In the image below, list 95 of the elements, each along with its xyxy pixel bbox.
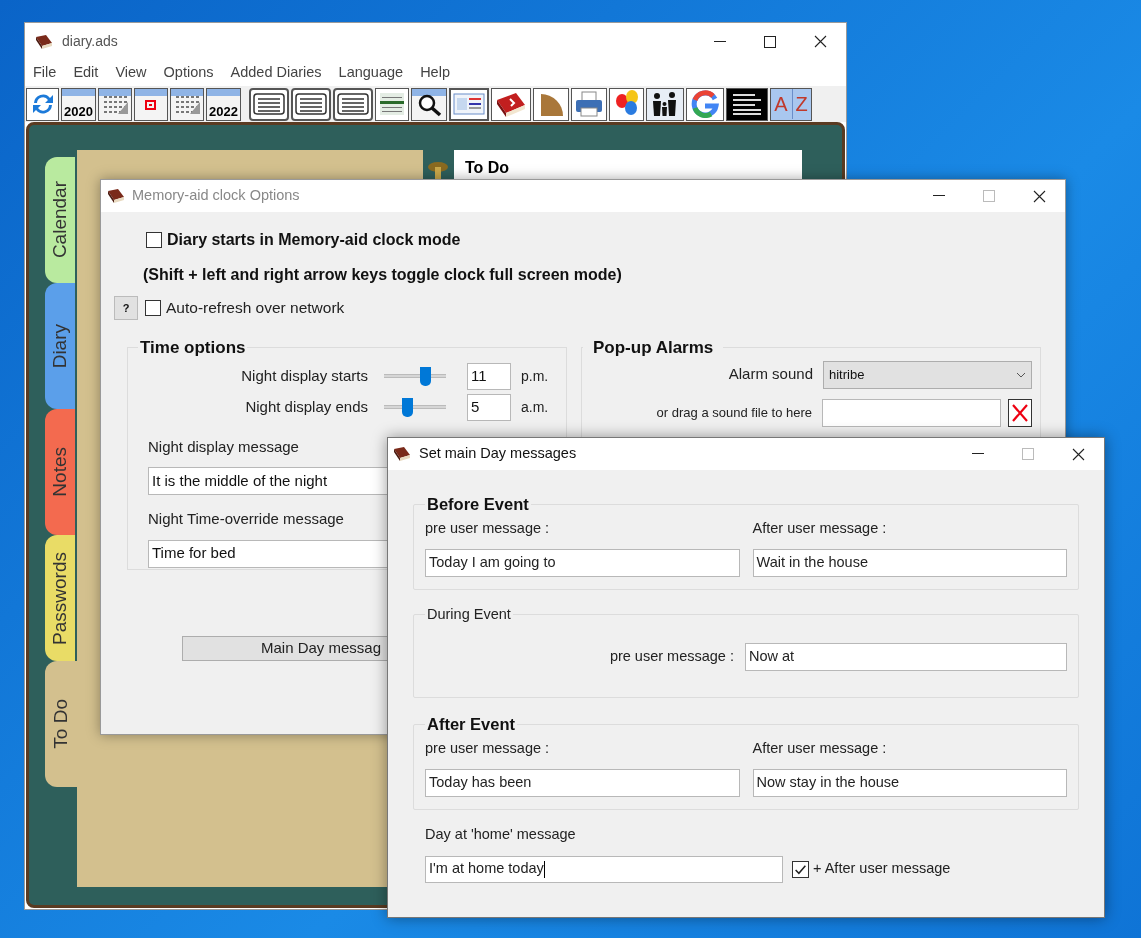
book-icon <box>34 33 54 50</box>
side-tab[interactable]: Diary <box>45 283 75 409</box>
input-field[interactable]: Now at <box>745 643 1067 672</box>
list-view-button[interactable] <box>249 87 289 121</box>
menu-item[interactable]: Language <box>338 62 404 84</box>
list-icon <box>295 93 327 115</box>
spreadsheet-icon <box>378 91 406 117</box>
window-title: Set main Day messages <box>419 444 577 464</box>
window-title: diary.ads <box>62 32 118 51</box>
checkbox[interactable] <box>792 860 809 878</box>
field-label: Night display starts <box>240 365 368 386</box>
close-icon[interactable] <box>814 35 827 48</box>
refresh-button[interactable] <box>26 87 59 121</box>
field-label: pre user message : <box>425 518 551 538</box>
printer-icon <box>574 90 604 118</box>
calendar-icon <box>174 94 200 114</box>
field-label: Night display message <box>148 436 299 457</box>
book-icon <box>392 446 412 462</box>
field-label: Night display ends <box>244 396 368 417</box>
checkbox[interactable] <box>145 300 161 316</box>
panel-icon <box>453 93 485 115</box>
group-title: During Event <box>426 604 512 624</box>
menu-item[interactable]: Edit <box>73 62 99 84</box>
field-label: or drag a sound file to here <box>656 403 812 422</box>
checkbox-label: + After user message <box>813 859 951 879</box>
calendar-button[interactable] <box>98 87 132 121</box>
side-tab[interactable]: To Do <box>45 661 77 787</box>
book-icon <box>494 90 528 118</box>
calendar-button[interactable] <box>134 87 168 121</box>
chevron-down-icon <box>1016 371 1026 378</box>
year-button[interactable]: 2020 <box>61 87 96 121</box>
list-view-button[interactable] <box>291 87 331 121</box>
checkbox-label: Auto-refresh over network <box>166 298 345 319</box>
input-field[interactable]: Today I am going to <box>425 548 740 577</box>
menu-item[interactable]: Options <box>163 62 214 84</box>
unit-label: a.m. <box>521 397 549 417</box>
calendar-icon <box>102 94 128 114</box>
clear-button[interactable] <box>1008 398 1032 427</box>
menu-item[interactable]: Help <box>420 62 450 84</box>
input-field[interactable]: I'm at home today <box>425 855 783 883</box>
panel-button[interactable] <box>449 87 489 121</box>
list-icon <box>337 93 369 115</box>
field-label: After user message : <box>752 518 888 538</box>
input-field[interactable]: Today has been <box>425 768 740 797</box>
search-button[interactable] <box>411 87 447 121</box>
address-book-button[interactable] <box>491 87 531 121</box>
side-tab[interactable]: Calendar <box>45 157 75 283</box>
balloons-button[interactable] <box>609 87 644 121</box>
field-label: pre user message : <box>609 647 734 667</box>
field-label: After user message : <box>752 739 888 758</box>
close-icon[interactable] <box>1072 447 1085 461</box>
group-title: Before Event <box>426 494 530 515</box>
checkbox[interactable] <box>146 232 162 248</box>
group-title: Pop-up Alarms <box>592 337 715 359</box>
book-icon <box>106 188 126 204</box>
input-field[interactable]: Wait in the house <box>752 548 1067 577</box>
group-title: After Event <box>426 714 517 736</box>
help-button[interactable]: ? <box>114 296 138 320</box>
input-field[interactable] <box>822 398 1001 427</box>
input-field[interactable]: 11 <box>467 362 511 390</box>
side-tab[interactable]: Passwords <box>45 535 75 661</box>
web-search-button[interactable] <box>686 87 724 121</box>
slider-thumb[interactable] <box>419 367 431 386</box>
menu-item[interactable]: File <box>33 62 57 84</box>
side-tab[interactable]: Notes <box>45 409 75 535</box>
dropdown[interactable]: hitribe <box>823 360 1032 389</box>
group-title: Time options <box>139 337 247 359</box>
print-button[interactable] <box>571 87 607 121</box>
minimize-icon[interactable] <box>714 40 726 43</box>
shortcut-note: (Shift + left and right arrow keys toggle clock full screen mode) <box>143 265 623 285</box>
year-button[interactable]: 2022 <box>206 87 241 121</box>
input-field[interactable]: 5 <box>467 393 511 421</box>
field-label: Alarm sound <box>728 364 813 385</box>
input-field[interactable]: Now stay in the house <box>752 768 1067 797</box>
maximize-icon[interactable] <box>764 35 776 48</box>
slider-thumb[interactable] <box>401 398 413 417</box>
unit-label: p.m. <box>521 366 549 386</box>
list-icon <box>253 93 285 115</box>
window-title: Memory-aid clock Options <box>132 186 300 206</box>
minimize-icon[interactable] <box>972 453 984 455</box>
menu-item[interactable]: Added Diaries <box>230 62 322 84</box>
field-label: Night Time-override message <box>148 509 344 529</box>
family-button[interactable] <box>646 87 684 121</box>
spreadsheet-button[interactable] <box>375 87 409 121</box>
list-view-button[interactable] <box>333 87 373 121</box>
minimize-icon[interactable] <box>933 195 945 197</box>
calendar-button[interactable] <box>170 87 204 121</box>
clock-screen-button[interactable] <box>726 87 768 121</box>
field-label: pre user message : <box>425 739 551 758</box>
protractor-button[interactable] <box>533 87 569 121</box>
menu-item[interactable]: View <box>115 62 147 84</box>
field-label: Day at 'home' message <box>425 824 577 844</box>
g-logo-icon <box>691 90 719 118</box>
close-icon[interactable] <box>1033 189 1046 203</box>
checkbox-label: Diary starts in Memory-aid clock mode <box>167 230 461 250</box>
